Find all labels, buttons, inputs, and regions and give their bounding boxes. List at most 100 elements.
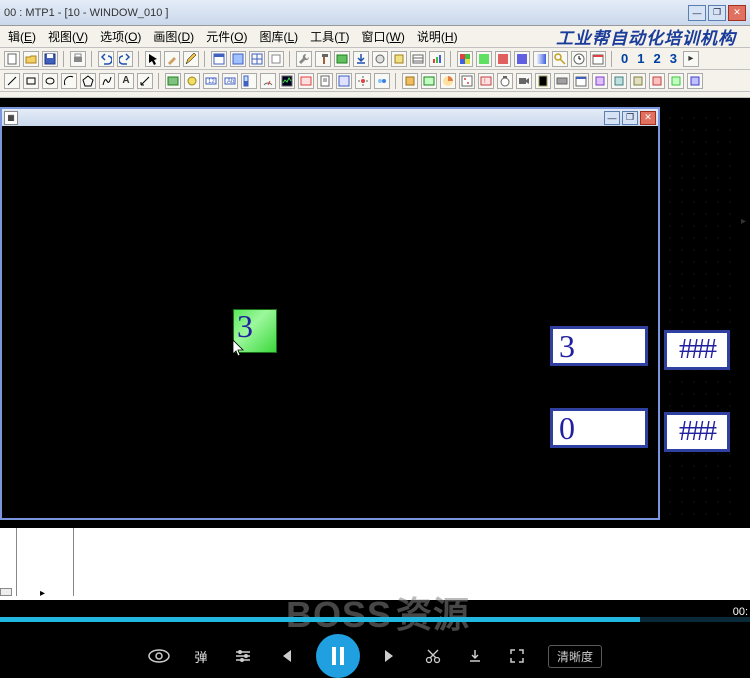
menu-draw[interactable]: 画图(D) — [149, 27, 198, 46]
move-comp-icon[interactable] — [355, 73, 371, 89]
menu-window[interactable]: 窗口(W) — [358, 27, 409, 46]
restore-button[interactable]: ❐ — [708, 5, 726, 21]
menu-element[interactable]: 元件(O) — [202, 27, 251, 46]
clock-icon[interactable] — [571, 51, 587, 67]
meter-comp-icon[interactable] — [260, 73, 276, 89]
xy-comp-icon[interactable] — [459, 73, 475, 89]
danmu-button[interactable]: 弹 — [190, 645, 212, 667]
video-comp-icon[interactable] — [516, 73, 532, 89]
ascii-comp-icon[interactable]: Ab — [222, 73, 238, 89]
misc6-icon[interactable] — [687, 73, 703, 89]
hammer-icon[interactable] — [315, 51, 331, 67]
fullscreen-icon[interactable] — [506, 645, 528, 667]
event-comp-icon[interactable]: ! — [478, 73, 494, 89]
recipe-comp-icon[interactable] — [317, 73, 333, 89]
misc3-icon[interactable] — [630, 73, 646, 89]
tool-icon[interactable] — [372, 51, 388, 67]
minimize-button[interactable]: — — [688, 5, 706, 21]
cut-icon[interactable] — [422, 645, 444, 667]
redo-icon[interactable] — [117, 51, 133, 67]
pie-comp-icon[interactable] — [440, 73, 456, 89]
sim-minimize-button[interactable]: — — [604, 111, 620, 125]
numeric-display-2[interactable]: 0 — [550, 408, 648, 448]
quality-button[interactable]: 清晰度 — [548, 645, 602, 668]
timeline-widget[interactable] — [0, 588, 12, 596]
open-icon[interactable] — [23, 51, 39, 67]
num-comp-icon[interactable]: 12 — [203, 73, 219, 89]
sim-canvas[interactable]: 3 3 0 — [2, 126, 658, 518]
download-video-icon[interactable] — [464, 645, 486, 667]
state-0[interactable]: 0 — [618, 51, 631, 66]
next-state-icon[interactable]: ▸ — [683, 51, 699, 67]
data-block-icon[interactable] — [402, 73, 418, 89]
palette2-icon[interactable] — [476, 51, 492, 67]
bar-comp-icon[interactable] — [241, 73, 257, 89]
polygon-icon[interactable] — [80, 73, 96, 89]
btn-comp-icon[interactable] — [165, 73, 181, 89]
sim-restore-button[interactable]: ❐ — [622, 111, 638, 125]
visibility-icon[interactable] — [148, 645, 170, 667]
alarm-comp-icon[interactable] — [298, 73, 314, 89]
arc-icon[interactable] — [61, 73, 77, 89]
calendar-icon[interactable] — [590, 51, 606, 67]
schedule-icon[interactable] — [573, 73, 589, 89]
script-icon[interactable] — [535, 73, 551, 89]
timer-comp-icon[interactable] — [497, 73, 513, 89]
scale-icon[interactable] — [137, 73, 153, 89]
menu-tools[interactable]: 工具(T) — [306, 27, 353, 46]
download-icon[interactable] — [353, 51, 369, 67]
state-1[interactable]: 1 — [634, 51, 647, 66]
config-icon[interactable] — [391, 51, 407, 67]
pause-button[interactable] — [316, 634, 360, 678]
gradient-icon[interactable] — [533, 51, 549, 67]
wrench-icon[interactable] — [296, 51, 312, 67]
new-icon[interactable] — [4, 51, 20, 67]
misc1-icon[interactable] — [592, 73, 608, 89]
numeric-display-1[interactable]: 3 — [550, 326, 648, 366]
close-button[interactable]: ✕ — [728, 5, 746, 21]
pointer-icon[interactable] — [145, 51, 161, 67]
lamp-comp-icon[interactable] — [184, 73, 200, 89]
chart-icon[interactable] — [429, 51, 445, 67]
rect-icon[interactable] — [23, 73, 39, 89]
state-2[interactable]: 2 — [650, 51, 663, 66]
palette3-icon[interactable] — [495, 51, 511, 67]
menu-view[interactable]: 视图(V) — [44, 27, 92, 46]
grid-icon[interactable] — [249, 51, 265, 67]
next-track-icon[interactable] — [380, 645, 402, 667]
history-icon[interactable] — [421, 73, 437, 89]
state-3[interactable]: 3 — [667, 51, 680, 66]
animation-icon[interactable] — [374, 73, 390, 89]
indirect-icon[interactable] — [336, 73, 352, 89]
settings-icon[interactable] — [232, 645, 254, 667]
pencil-icon[interactable] — [183, 51, 199, 67]
ellipse-icon[interactable] — [42, 73, 58, 89]
plc-icon[interactable] — [554, 73, 570, 89]
timeline-handle[interactable]: ▸ — [40, 588, 45, 599]
print-icon[interactable] — [70, 51, 86, 67]
trend-comp-icon[interactable] — [279, 73, 295, 89]
panel-icon[interactable] — [230, 51, 246, 67]
menu-option[interactable]: 选项(O) — [96, 27, 145, 46]
sim-close-button[interactable]: ✕ — [640, 111, 656, 125]
curve-icon[interactable] — [99, 73, 115, 89]
undo-icon[interactable] — [98, 51, 114, 67]
video-progress[interactable] — [0, 617, 750, 622]
layer-icon[interactable] — [268, 51, 284, 67]
numeric-template-1[interactable]: ### — [664, 330, 730, 370]
window-icon[interactable] — [211, 51, 227, 67]
misc2-icon[interactable] — [611, 73, 627, 89]
prev-track-icon[interactable] — [274, 645, 296, 667]
misc4-icon[interactable] — [649, 73, 665, 89]
line-icon[interactable] — [4, 73, 20, 89]
table-icon[interactable] — [410, 51, 426, 67]
menu-help[interactable]: 说明(H) — [413, 27, 462, 46]
palette1-icon[interactable] — [457, 51, 473, 67]
sim-icon[interactable] — [334, 51, 350, 67]
misc5-icon[interactable] — [668, 73, 684, 89]
brush-icon[interactable] — [164, 51, 180, 67]
text-icon[interactable]: A — [118, 73, 134, 89]
menu-library[interactable]: 图库(L) — [255, 27, 302, 46]
key-icon[interactable] — [552, 51, 568, 67]
numeric-template-2[interactable]: ### — [664, 412, 730, 452]
